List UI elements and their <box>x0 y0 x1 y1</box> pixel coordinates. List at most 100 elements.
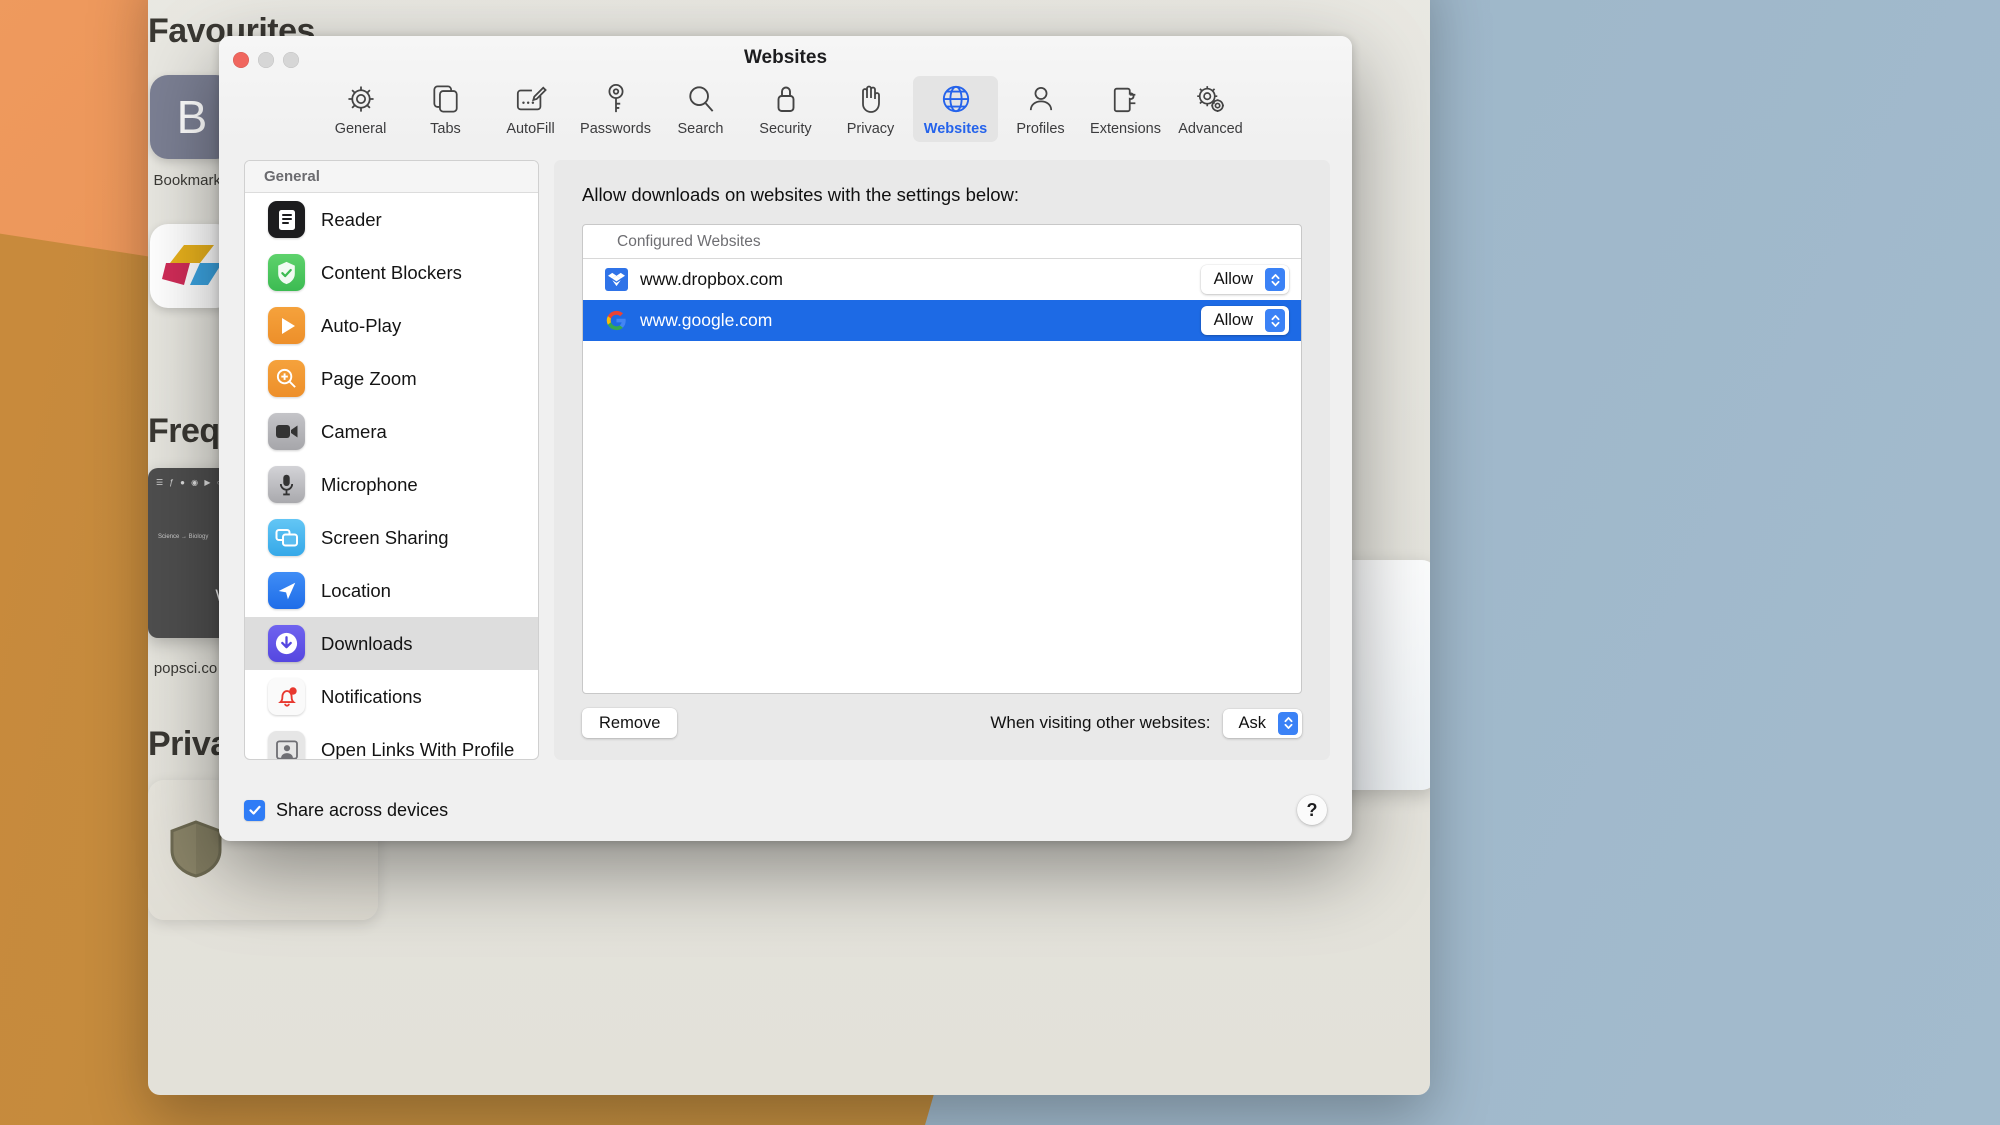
table-row[interactable]: www.google.com Allow <box>583 300 1301 341</box>
websites-preferences-window: Websites General Tabs AutoFill Passwords… <box>219 36 1352 841</box>
site-name: www.google.com <box>640 310 773 330</box>
table-column-header: Configured Websites <box>583 225 1301 259</box>
share-across-devices-row[interactable]: Share across devices <box>244 799 449 821</box>
permission-dropdown[interactable]: Allow <box>1200 306 1289 335</box>
sidebar-item-page-zoom[interactable]: Page Zoom <box>245 352 538 405</box>
shield-check-icon <box>268 254 305 291</box>
sidebar-item-open-links-label: Open Links With Profile <box>321 738 515 760</box>
tab-privacy-label: Privacy <box>846 121 895 137</box>
autofill-icon <box>515 82 547 116</box>
magnifier-plus-icon <box>268 360 305 397</box>
lock-icon <box>774 82 798 116</box>
configured-websites-table: Configured Websites www.dropbox.com Allo… <box>582 224 1302 694</box>
sidebar-item-screen-sharing-label: Screen Sharing <box>321 526 449 548</box>
gear-icon <box>346 82 376 116</box>
tabs-icon <box>432 82 460 116</box>
chevron-updown-icon <box>1265 268 1285 291</box>
sidebar-item-notifications-label: Notifications <box>321 685 422 707</box>
permission-value: Allow <box>1213 311 1253 329</box>
sidebar-item-location[interactable]: Location <box>245 564 538 617</box>
sidebar-item-location-label: Location <box>321 579 391 601</box>
window-title: Websites <box>743 47 828 68</box>
tab-search[interactable]: Search <box>658 76 743 142</box>
other-websites-dropdown[interactable]: Ask <box>1223 708 1302 738</box>
sidebar-item-reader[interactable]: Reader <box>245 193 538 246</box>
tab-passwords-label: Passwords <box>580 121 651 137</box>
google-icon <box>605 309 628 332</box>
preferences-footer: Share across devices ? <box>219 779 1352 841</box>
tab-autofill[interactable]: AutoFill <box>488 76 573 142</box>
other-websites-label: When visiting other websites: <box>990 713 1211 732</box>
tab-privacy[interactable]: Privacy <box>828 76 913 142</box>
settings-sidebar: General Reader Content Blockers Auto-Pla… <box>244 160 539 760</box>
help-button[interactable]: ? <box>1297 795 1327 825</box>
tab-advanced[interactable]: Advanced <box>1168 76 1253 142</box>
permission-value: Allow <box>1213 270 1253 288</box>
tab-profiles-label: Profiles <box>1016 121 1065 137</box>
tab-tabs-label: Tabs <box>430 121 461 137</box>
gears-icon <box>1195 82 1227 116</box>
key-icon <box>605 82 627 116</box>
globe-icon <box>941 82 971 116</box>
table-body: www.dropbox.com Allow www.google.com All… <box>583 259 1301 693</box>
sidebar-item-page-zoom-label: Page Zoom <box>321 367 417 389</box>
sidebar-header: General <box>245 161 538 193</box>
person-icon <box>1028 82 1054 116</box>
tab-search-label: Search <box>677 121 724 137</box>
play-icon <box>268 307 305 344</box>
tab-websites[interactable]: Websites <box>913 76 998 142</box>
tab-tabs[interactable]: Tabs <box>403 76 488 142</box>
freq-card-toolbar: ☰ ƒ ● ◉ ▶ ○ <box>156 478 224 487</box>
remove-button[interactable]: Remove <box>582 708 678 738</box>
pane-footer: Remove When visiting other websites: Ask <box>582 708 1302 738</box>
tab-security[interactable]: Security <box>743 76 828 142</box>
chevron-updown-icon <box>1265 309 1285 332</box>
sidebar-item-notifications[interactable]: Notifications <box>245 670 538 723</box>
freq-card-breadcrumb: Science → Biology <box>158 534 209 540</box>
sidebar-item-screen-sharing[interactable]: Screen Sharing <box>245 511 538 564</box>
tab-security-label: Security <box>759 121 812 137</box>
bell-icon <box>268 678 305 715</box>
dropbox-icon <box>605 268 628 291</box>
profile-card-icon <box>268 731 305 759</box>
sidebar-item-downloads[interactable]: Downloads <box>245 617 538 670</box>
prezi-logo-icon <box>162 245 222 285</box>
reader-icon <box>268 201 305 238</box>
permission-dropdown[interactable]: Allow <box>1200 265 1289 294</box>
camera-icon <box>268 413 305 450</box>
other-websites-row: When visiting other websites: Ask <box>990 708 1302 738</box>
window-titlebar: Websites General Tabs AutoFill Passwords… <box>219 36 1352 144</box>
puzzle-icon <box>1111 82 1141 116</box>
screen-sharing-icon <box>268 519 305 556</box>
downloads-icon <box>268 625 305 662</box>
chevron-updown-icon <box>1278 711 1298 735</box>
share-across-devices-checkbox[interactable] <box>244 799 265 821</box>
share-across-devices-label: Share across devices <box>276 799 449 820</box>
tab-extensions[interactable]: Extensions <box>1083 76 1168 142</box>
preferences-toolbar: General Tabs AutoFill Passwords Search S… <box>219 76 1352 142</box>
other-websites-value: Ask <box>1238 713 1266 732</box>
bookmarks-tile-letter: B <box>176 91 208 143</box>
sidebar-item-microphone-label: Microphone <box>321 473 418 495</box>
search-icon <box>687 82 715 116</box>
hand-icon <box>858 82 884 116</box>
tab-general[interactable]: General <box>318 76 403 142</box>
sidebar-list: Reader Content Blockers Auto-Play Page Z… <box>245 193 538 759</box>
shield-icon <box>170 820 222 878</box>
sidebar-item-downloads-label: Downloads <box>321 632 413 654</box>
site-name: www.dropbox.com <box>640 269 783 289</box>
sidebar-item-open-links-with-profile[interactable]: Open Links With Profile <box>245 723 538 759</box>
tab-passwords[interactable]: Passwords <box>573 76 658 142</box>
microphone-icon <box>268 466 305 503</box>
tab-general-label: General <box>334 121 387 137</box>
sidebar-item-content-blockers[interactable]: Content Blockers <box>245 246 538 299</box>
sidebar-item-microphone[interactable]: Microphone <box>245 458 538 511</box>
tab-autofill-label: AutoFill <box>506 121 555 137</box>
tab-websites-label: Websites <box>923 121 988 137</box>
sidebar-item-camera[interactable]: Camera <box>245 405 538 458</box>
pane-heading: Allow downloads on websites with the set… <box>582 184 1020 205</box>
tab-profiles[interactable]: Profiles <box>998 76 1083 142</box>
sidebar-item-auto-play[interactable]: Auto-Play <box>245 299 538 352</box>
table-row[interactable]: www.dropbox.com Allow <box>583 259 1301 300</box>
desktop-background: Favourites B Bookmarks G The Type iSwi… … <box>0 0 2000 1125</box>
